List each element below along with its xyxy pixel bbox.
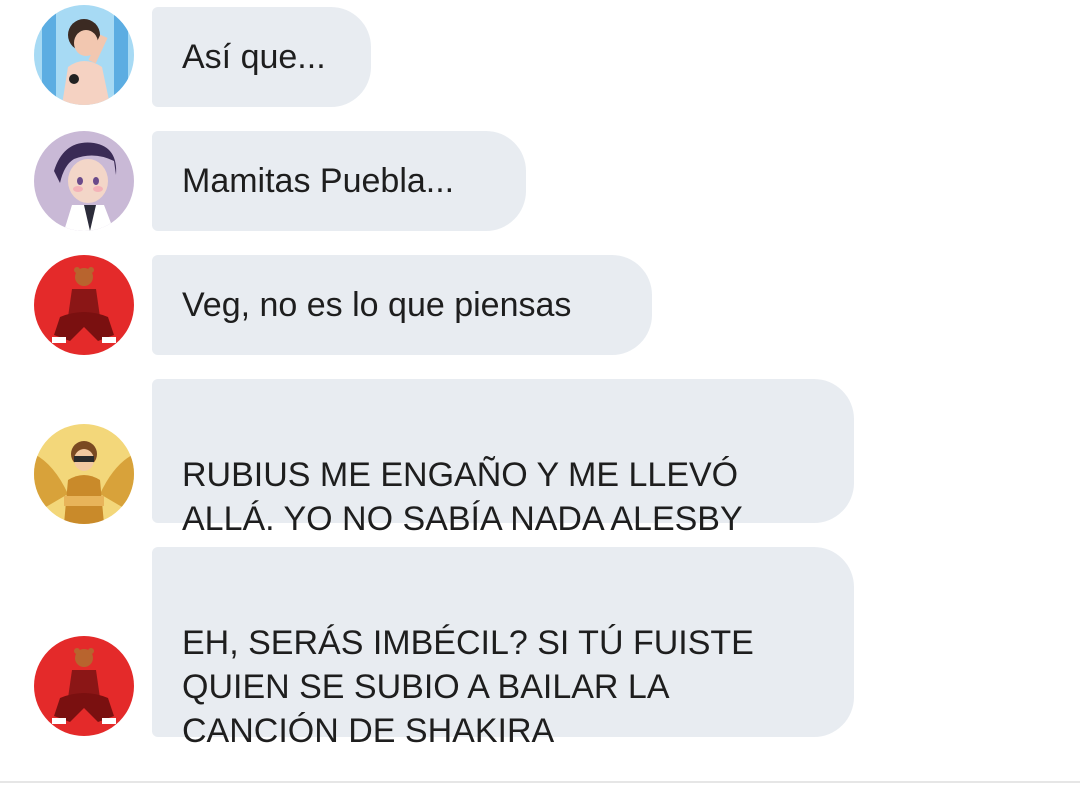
- avatar[interactable]: [34, 255, 134, 355]
- avatar[interactable]: [34, 131, 134, 231]
- avatar-blue-character-icon: [34, 5, 134, 105]
- chat-thread: Así que... Mamitas Puebla... Veg, no es …: [0, 0, 1080, 808]
- message-bubble: Veg, no es lo que piensas: [152, 255, 652, 355]
- avatar[interactable]: [34, 5, 134, 105]
- avatar-golden-wings-character-icon: [34, 424, 134, 524]
- divider: [0, 781, 1080, 783]
- avatar-red-bear-character-icon: [34, 636, 134, 736]
- message-bubble: RUBIUS ME ENGAÑO Y ME LLEVÓ ALLÁ. YO NO …: [152, 379, 854, 538]
- avatar[interactable]: [34, 424, 134, 524]
- avatar-purple-hair-character-icon: [34, 131, 134, 231]
- message-text: Mamitas Puebla...: [182, 162, 455, 200]
- message-text: Así que...: [182, 38, 326, 76]
- message-bubble: Mamitas Puebla...: [152, 131, 526, 231]
- message-text: EH, SERÁS IMBÉCIL? SI TÚ FUISTE QUIEN SE…: [182, 624, 754, 750]
- avatar-red-bear-character-icon: [34, 255, 134, 355]
- message-bubble: Así que...: [152, 7, 371, 107]
- message-bubble: EH, SERÁS IMBÉCIL? SI TÚ FUISTE QUIEN SE…: [152, 547, 854, 750]
- message-text: RUBIUS ME ENGAÑO Y ME LLEVÓ ALLÁ. YO NO …: [182, 456, 743, 538]
- message-text: Veg, no es lo que piensas: [182, 286, 572, 324]
- avatar[interactable]: [34, 636, 134, 736]
